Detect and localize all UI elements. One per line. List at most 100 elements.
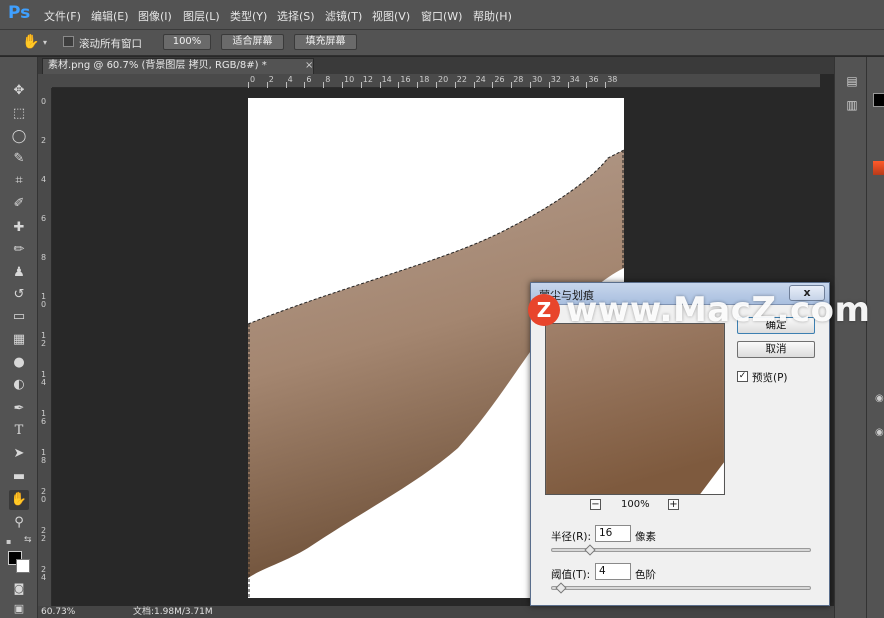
ruler-left-label: 1 2 (41, 331, 47, 348)
ruler-top-label: 32 (550, 75, 561, 84)
ruler-left-label: 2 (41, 136, 47, 145)
ruler-top-label: 12 (362, 75, 373, 84)
brush-tool-icon[interactable]: ✏ (9, 240, 29, 260)
swatch-strip[interactable] (873, 161, 884, 175)
threshold-slider-track[interactable] (551, 586, 811, 590)
ruler-origin[interactable] (38, 74, 52, 88)
ruler-top-label: 38 (607, 75, 618, 84)
lasso-tool-icon[interactable]: ◯ (9, 127, 29, 147)
options-bar: ✋ ▾ 滚动所有窗口 100% 适合屏幕 填充屏幕 (0, 30, 884, 56)
ruler-top-label: 8 (325, 75, 331, 84)
ruler-top-label: 0 (250, 75, 256, 84)
ruler-top-label: 26 (494, 75, 505, 84)
ruler-left-label: 4 (41, 175, 47, 184)
ruler-top-label: 24 (475, 75, 486, 84)
move-tool-icon[interactable]: ✥ (9, 81, 29, 101)
quick-select-tool-icon[interactable]: ✎ (9, 149, 29, 169)
crop-tool-icon[interactable]: ⌗ (9, 171, 29, 191)
visibility-eye-icon[interactable]: ◉ (875, 393, 884, 404)
path-select-tool-icon[interactable]: ➤ (9, 444, 29, 464)
status-zoom[interactable]: 60.73% (41, 606, 75, 618)
scroll-all-windows-checkbox[interactable] (63, 36, 74, 47)
eyedropper-tool-icon[interactable]: ✐ (9, 194, 29, 214)
ruler-top-label: 20 (438, 75, 449, 84)
default-colors-icon[interactable]: ▪ (6, 537, 11, 546)
history-panel-icon[interactable]: ▤ (844, 73, 860, 89)
preview-checkbox[interactable]: ✓ (737, 371, 748, 382)
hand-tool-icon[interactable]: ✋ (9, 490, 29, 510)
ruler-top-label: 6 (306, 75, 312, 84)
healing-brush-tool-icon[interactable]: ✚ (9, 218, 29, 238)
ruler-left-label: 1 4 (41, 370, 47, 387)
document-tab[interactable]: 素材.png @ 60.7% (背景图层 拷贝, RGB/8#) * × (42, 58, 314, 74)
eraser-tool-icon[interactable]: ▭ (9, 307, 29, 327)
ruler-top-label: 16 (400, 75, 411, 84)
ruler-top-label: 36 (588, 75, 599, 84)
menu-select[interactable]: 选择(S) (277, 8, 315, 24)
menu-layer[interactable]: 图层(L) (183, 8, 220, 24)
threshold-input[interactable]: 4 (595, 563, 631, 580)
menu-file[interactable]: 文件(F) (44, 8, 81, 24)
dodge-tool-icon[interactable]: ◐ (9, 375, 29, 395)
gradient-tool-icon[interactable]: ▦ (9, 330, 29, 350)
preview-skin (546, 324, 724, 494)
swap-colors-icon[interactable]: ⇆ (24, 535, 32, 545)
macz-logo-icon: Z (528, 294, 560, 326)
color-panel-fg-swatch[interactable] (873, 93, 884, 107)
fit-screen-button[interactable]: 适合屏幕 (221, 34, 284, 50)
radius-label: 半径(R): (551, 531, 592, 543)
menu-edit[interactable]: 编辑(E) (91, 8, 129, 24)
threshold-label: 阈值(T): (551, 569, 591, 581)
ruler-top-label: 18 (419, 75, 430, 84)
menu-view[interactable]: 视图(V) (372, 8, 410, 24)
cancel-button[interactable]: 取消 (737, 341, 815, 358)
radius-slider-thumb[interactable] (584, 544, 596, 556)
screen-mode-icon[interactable]: ▣ (9, 599, 29, 618)
menu-filter[interactable]: 滤镜(T) (325, 8, 362, 24)
radius-input[interactable]: 16 (595, 525, 631, 542)
vertical-ruler[interactable]: 0 2 4 6 8 1 0 1 2 1 4 1 6 1 8 2 0 2 2 2 4 (38, 88, 52, 606)
hand-icon[interactable]: ✋ (22, 34, 39, 50)
ruler-left-label: 0 (41, 97, 47, 106)
ruler-left-label: 2 4 (41, 565, 47, 582)
menu-window[interactable]: 窗口(W) (421, 8, 462, 24)
blur-tool-icon[interactable]: ● (9, 353, 29, 373)
document-tab-title: 素材.png @ 60.7% (背景图层 拷贝, RGB/8#) * (48, 60, 267, 71)
close-tab-icon[interactable]: × (305, 59, 313, 73)
shape-tool-icon[interactable]: ▬ (9, 467, 29, 487)
menu-help[interactable]: 帮助(H) (473, 8, 512, 24)
stamp-tool-icon[interactable]: ♟ (9, 263, 29, 283)
layers-comp-panel-icon[interactable]: ▥ (844, 97, 860, 113)
preview-zoom-in-button[interactable]: + (668, 499, 679, 510)
pen-tool-icon[interactable]: ✒ (9, 399, 29, 419)
marquee-tool-icon[interactable]: ⬚ (9, 104, 29, 124)
status-doc-size[interactable]: 文档:1.98M/3.71M (133, 606, 213, 618)
scroll-all-windows-label: 滚动所有窗口 (79, 38, 142, 50)
document-tab-bar: 素材.png @ 60.7% (背景图层 拷贝, RGB/8#) * × (38, 57, 834, 74)
zoom-100-button[interactable]: 100% (163, 34, 211, 50)
ruler-left-label: 8 (41, 253, 47, 262)
threshold-unit: 色阶 (635, 569, 656, 581)
menu-image[interactable]: 图像(I) (138, 8, 172, 24)
ruler-left-label: 6 (41, 214, 47, 223)
ruler-top-label: 14 (381, 75, 392, 84)
menu-bar: Ps 文件(F) 编辑(E) 图像(I) 图层(L) 类型(Y) 选择(S) 滤… (0, 0, 884, 30)
background-color-swatch[interactable] (16, 559, 30, 573)
watermark-text: www.MacZ.com (566, 290, 871, 330)
horizontal-ruler[interactable]: 0 2 4 6 8 10 12 14 16 18 20 22 24 26 28 30 32 34 36 38 (52, 74, 820, 88)
preview-zoom-out-button[interactable]: − (590, 499, 601, 510)
tool-preset-dropdown-icon[interactable]: ▾ (43, 38, 47, 47)
tools-panel: ✥ ⬚ ◯ ✎ ⌗ ✐ ✚ ✏ ♟ ↺ ▭ ▦ ● ◐ ✒ T ➤ ▬ ✋ ⚲ … (0, 57, 38, 618)
filter-preview[interactable] (545, 323, 725, 495)
menu-type[interactable]: 类型(Y) (230, 8, 267, 24)
visibility-eye-icon-2[interactable]: ◉ (875, 427, 884, 438)
quick-mask-icon[interactable]: ◙ (9, 579, 29, 599)
fill-screen-button[interactable]: 填充屏幕 (294, 34, 357, 50)
type-tool-icon[interactable]: T (9, 421, 29, 441)
preview-zoom-level: 100% (621, 499, 650, 510)
threshold-slider-thumb[interactable] (555, 582, 567, 594)
zoom-tool-icon[interactable]: ⚲ (9, 513, 29, 533)
panel-dock-strip: ▤ ▥ (834, 57, 866, 618)
history-brush-tool-icon[interactable]: ↺ (9, 285, 29, 305)
status-bar: 60.73% 文档:1.98M/3.71M (38, 606, 834, 618)
